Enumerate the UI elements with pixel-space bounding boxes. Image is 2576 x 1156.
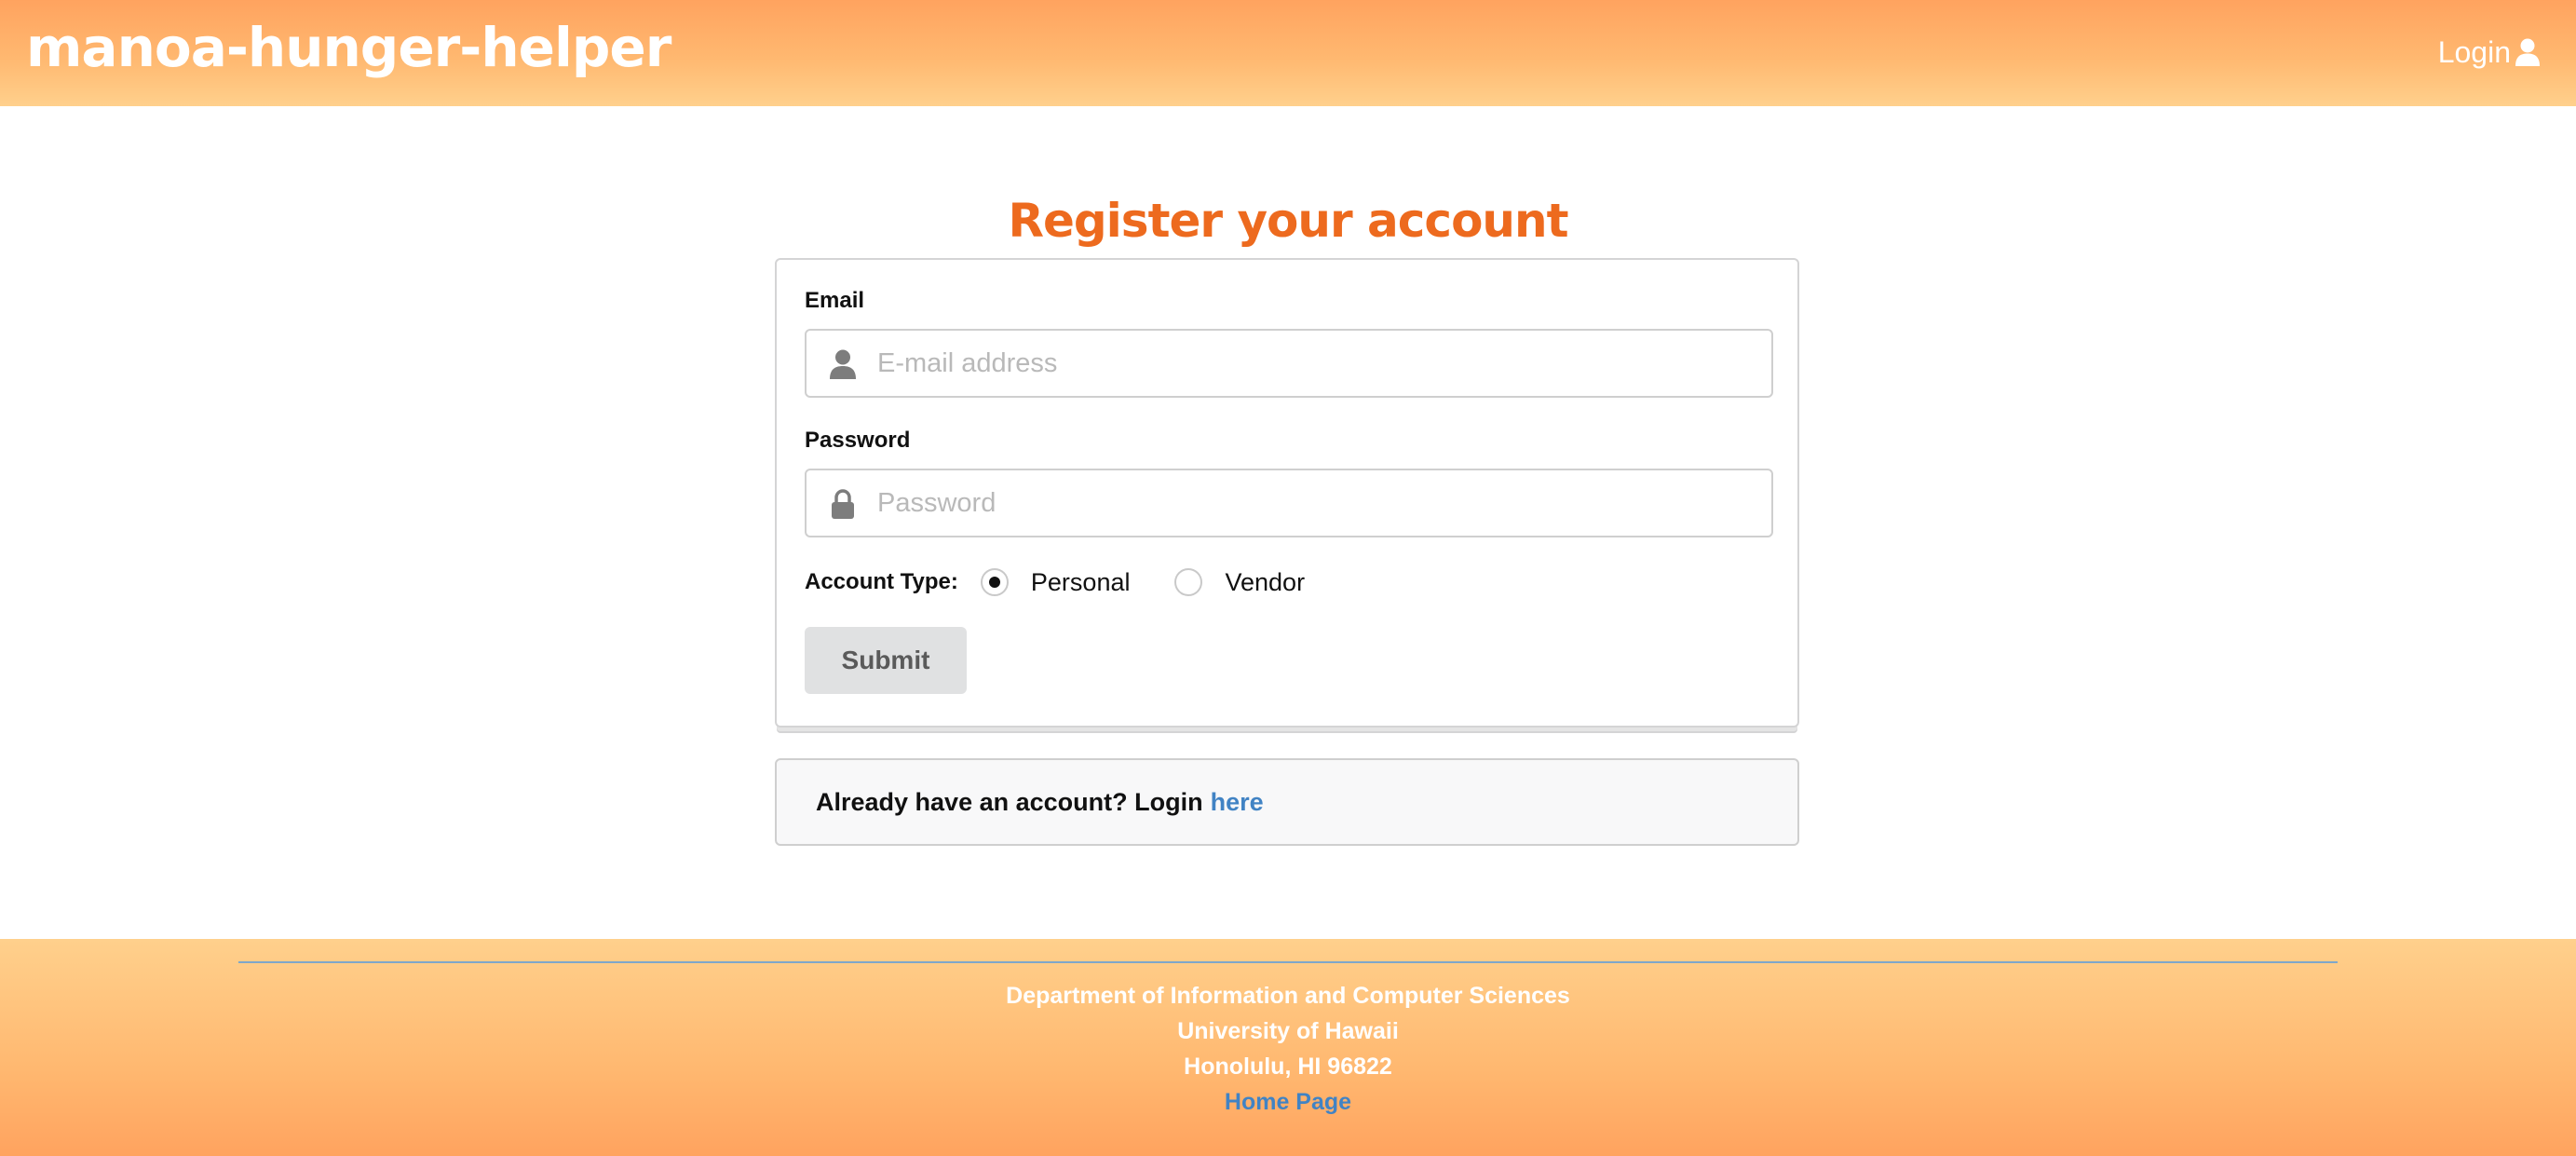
email-label: Email <box>805 288 865 313</box>
radio-vendor-label[interactable]: Vendor <box>1225 568 1305 597</box>
footer-university: University of Hawaii <box>1177 1018 1399 1044</box>
footer-department: Department of Information and Computer S… <box>1006 983 1570 1009</box>
email-input[interactable] <box>875 331 1751 396</box>
email-input-wrapper <box>805 329 1773 398</box>
brand-logo-link[interactable]: manoa-hunger-helper <box>26 15 671 80</box>
login-menu-button[interactable]: Login <box>2438 32 2541 73</box>
login-prompt-message: Already have an account? Login here <box>775 758 1799 846</box>
login-here-link[interactable]: here <box>1211 788 1264 817</box>
account-type-group: Account Type: Personal Vendor <box>805 564 1349 601</box>
register-form-card: Email Password Account Type: Personal Ve… <box>775 258 1799 728</box>
radio-personal-label[interactable]: Personal <box>1031 568 1131 597</box>
user-icon <box>2515 38 2540 66</box>
account-type-label: Account Type: <box>805 569 958 594</box>
footer-text-block: Department of Information and Computer S… <box>0 978 2576 1120</box>
page-title: Register your account <box>1008 193 1568 248</box>
radio-vendor[interactable] <box>1174 568 1203 596</box>
footer: Department of Information and Computer S… <box>0 939 2576 1156</box>
footer-divider <box>238 961 2338 963</box>
password-label: Password <box>805 428 911 453</box>
top-navbar: manoa-hunger-helper Login <box>0 0 2576 106</box>
password-input-wrapper <box>805 469 1773 537</box>
login-prompt-text: Already have an account? Login <box>816 787 1203 816</box>
radio-personal[interactable] <box>980 568 1009 596</box>
user-icon <box>830 349 856 379</box>
submit-button[interactable]: Submit <box>805 627 967 694</box>
password-input[interactable] <box>875 470 1751 536</box>
footer-home-page-link[interactable]: Home Page <box>1225 1084 1351 1120</box>
footer-address: Honolulu, HI 96822 <box>1184 1054 1392 1080</box>
lock-icon <box>832 489 854 519</box>
login-label: Login <box>2437 35 2511 69</box>
